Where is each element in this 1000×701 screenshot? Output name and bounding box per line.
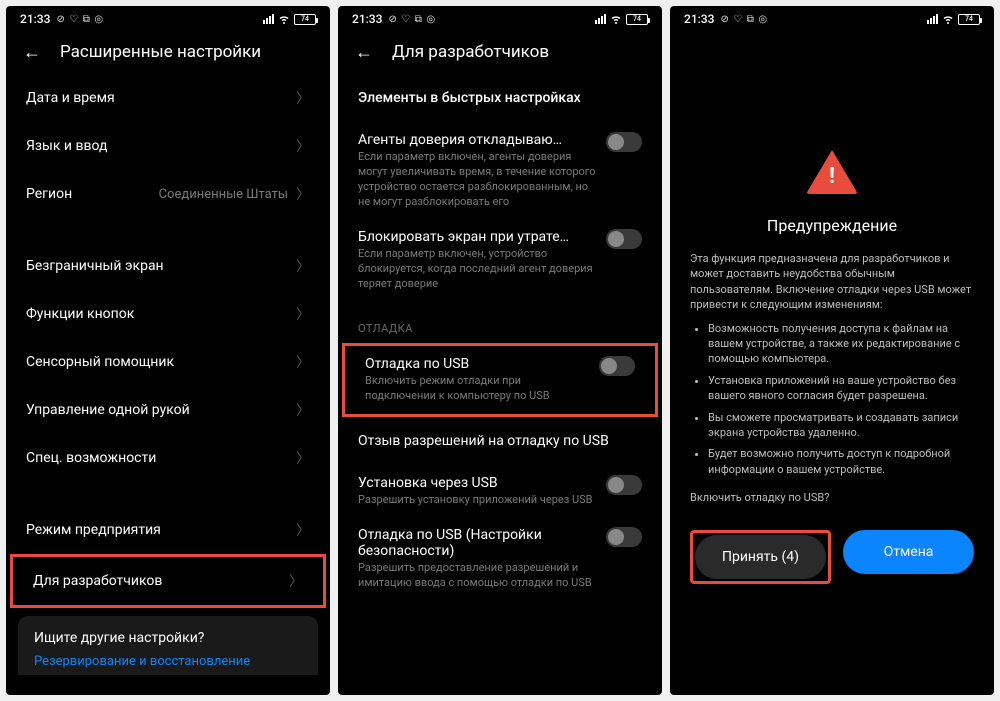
- footer-suggestions: Ищите другие настройки? Резервирование и…: [18, 616, 318, 675]
- chevron-right-icon: 〉: [296, 184, 310, 204]
- bullet-item: Будет возможно получить доступ к подробн…: [708, 446, 974, 477]
- header: ← Расширенные настройки: [6, 30, 330, 74]
- status-time: 21:33: [684, 12, 714, 26]
- status-icons-left: ⊘ ♡ ⧉ ◎: [56, 14, 104, 25]
- status-icons-left: ⊘ ♡ ⧉ ◎: [388, 14, 436, 25]
- battery-icon: 74: [626, 14, 648, 25]
- highlight-developer-options: Для разработчиков〉: [10, 554, 326, 608]
- phone-screen-1: 21:33 ⊘ ♡ ⧉ ◎ 74 ← Расширенные настройки…: [6, 6, 330, 695]
- bullet-item: Возможность получения доступа к файлам н…: [708, 321, 974, 367]
- toggle-usb-security[interactable]: [606, 527, 642, 547]
- chevron-right-icon: 〉: [296, 88, 310, 108]
- signal-icon: [595, 14, 606, 24]
- settings-list: Дата и время 〉 Язык и ввод 〉 Регион Соед…: [6, 74, 330, 695]
- bullet-item: Установка приложений на ваше устройство …: [708, 373, 974, 404]
- toggle-trust-agents[interactable]: [606, 132, 642, 152]
- highlight-accept-button: Принять (4): [690, 530, 831, 584]
- header: ← Для разработчиков: [338, 30, 662, 74]
- toggle-install-usb[interactable]: [606, 475, 642, 495]
- chevron-right-icon: 〉: [289, 571, 303, 591]
- wifi-icon: [610, 13, 622, 25]
- dev-options-list: Элементы в быстрых настройках Агенты дов…: [338, 74, 662, 695]
- row-usb-debugging[interactable]: Отладка по USB Включить режим отладки пр…: [345, 346, 655, 414]
- battery-icon: 74: [294, 14, 316, 25]
- toggle-lock-trust[interactable]: [606, 229, 642, 249]
- status-bar: 21:33 ⊘ ♡ ⧉ ◎ 74: [6, 6, 330, 30]
- dialog-question: Включить отладку по USB?: [690, 491, 974, 504]
- footer-link[interactable]: Резервирование и восстановление: [34, 654, 302, 669]
- row-enterprise[interactable]: Режим предприятия〉: [6, 506, 330, 554]
- chevron-right-icon: 〉: [296, 352, 310, 372]
- dialog-title: Предупреждение: [767, 216, 897, 235]
- row-date-time[interactable]: Дата и время 〉: [6, 74, 330, 122]
- page-title: Расширенные настройки: [60, 42, 261, 62]
- row-trust-agents[interactable]: Агенты доверия откладываю… Если параметр…: [338, 122, 662, 219]
- row-lock-on-trust-lost[interactable]: Блокировать экран при утрате… Если парам…: [338, 219, 662, 302]
- footer-title: Ищите другие настройки?: [34, 630, 302, 646]
- highlight-usb-debugging: Отладка по USB Включить режим отладки пр…: [342, 343, 658, 417]
- back-icon[interactable]: ←: [22, 42, 42, 62]
- chevron-right-icon: 〉: [296, 400, 310, 420]
- status-bar: 21:33 ⊘ ♡ ⧉ ◎ 74: [670, 6, 994, 30]
- row-touch-assist[interactable]: Сенсорный помощник〉: [6, 338, 330, 386]
- status-time: 21:33: [20, 12, 50, 26]
- row-fullscreen[interactable]: Безграничный экран〉: [6, 242, 330, 290]
- row-buttons[interactable]: Функции кнопок〉: [6, 290, 330, 338]
- cancel-button[interactable]: Отмена: [843, 530, 974, 574]
- warning-icon: [806, 150, 858, 194]
- dialog-intro: Эта функция предназначена для разработчи…: [690, 251, 974, 313]
- signal-icon: [263, 14, 274, 24]
- phone-screen-2: 21:33 ⊘ ♡ ⧉ ◎ 74 ← Для разработчиков Эле…: [338, 6, 662, 695]
- status-icons-left: ⊘ ♡ ⧉ ◎: [720, 14, 768, 25]
- bullet-item: Вы сможете просматривать и создавать зап…: [708, 410, 974, 441]
- row-revoke-usb-auth[interactable]: Отзыв разрешений на отладку по USB: [338, 417, 662, 465]
- row-one-hand[interactable]: Управление одной рукой〉: [6, 386, 330, 434]
- section-debugging: ОТЛАДКА: [338, 302, 662, 343]
- dialog-bullets: Возможность получения доступа к файлам н…: [690, 321, 974, 484]
- row-quick-settings-tiles[interactable]: Элементы в быстрых настройках: [338, 74, 662, 122]
- toggle-usb-debugging[interactable]: [599, 356, 635, 376]
- chevron-right-icon: 〉: [296, 448, 310, 468]
- row-install-via-usb[interactable]: Установка через USB Разрешить установку …: [338, 465, 662, 518]
- back-icon[interactable]: ←: [354, 42, 374, 62]
- status-bar: 21:33 ⊘ ♡ ⧉ ◎ 74: [338, 6, 662, 30]
- status-time: 21:33: [352, 12, 382, 26]
- chevron-right-icon: 〉: [296, 520, 310, 540]
- chevron-right-icon: 〉: [296, 256, 310, 276]
- wifi-icon: [278, 13, 290, 25]
- battery-icon: 74: [958, 14, 980, 25]
- accept-button[interactable]: Принять (4): [695, 535, 826, 579]
- row-usb-debug-security[interactable]: Отладка по USB (Настройки безопасности) …: [338, 517, 662, 601]
- chevron-right-icon: 〉: [296, 136, 310, 156]
- chevron-right-icon: 〉: [296, 304, 310, 324]
- phone-screen-3: 21:33 ⊘ ♡ ⧉ ◎ 74 Предупреждение Эта функ…: [670, 6, 994, 695]
- page-title: Для разработчиков: [392, 42, 549, 62]
- warning-dialog: Предупреждение Эта функция предназначена…: [670, 30, 994, 584]
- row-value: Соединенные Штаты: [159, 187, 288, 202]
- signal-icon: [927, 14, 938, 24]
- wifi-icon: [942, 13, 954, 25]
- row-accessibility[interactable]: Спец. возможности〉: [6, 434, 330, 482]
- dialog-buttons: Принять (4) Отмена: [690, 530, 974, 584]
- row-language[interactable]: Язык и ввод 〉: [6, 122, 330, 170]
- row-region[interactable]: Регион Соединенные Штаты 〉: [6, 170, 330, 218]
- row-developer[interactable]: Для разработчиков〉: [13, 557, 323, 605]
